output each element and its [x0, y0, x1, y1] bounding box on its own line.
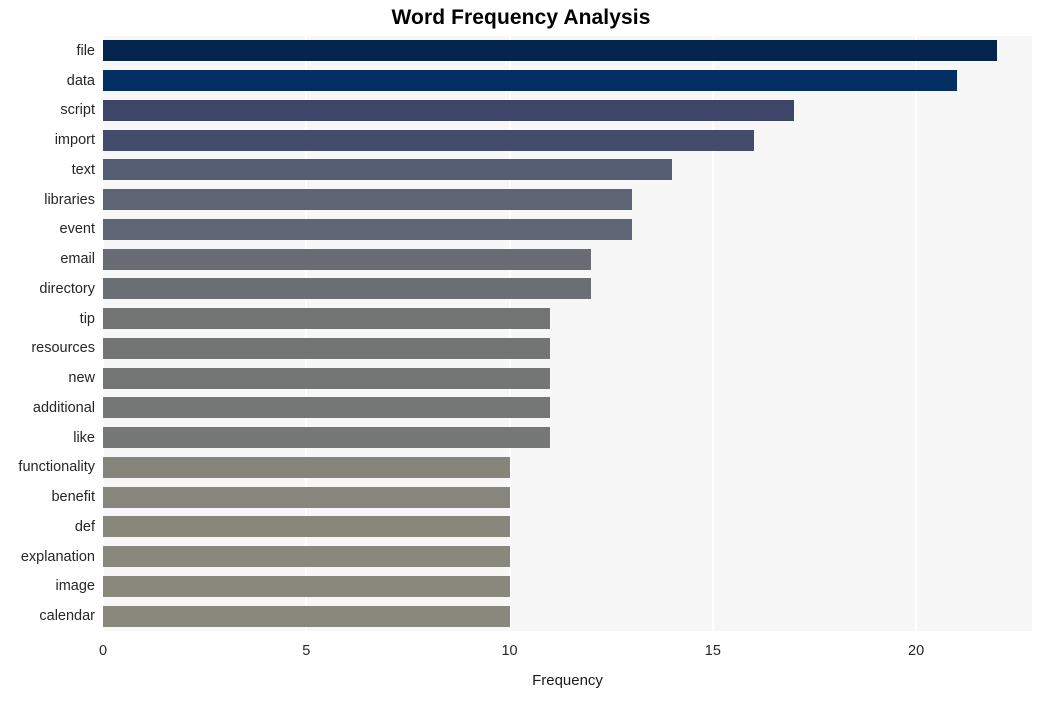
- bar-data: [103, 70, 957, 92]
- y-tick-label-new: new: [68, 370, 95, 387]
- bar-import: [103, 129, 754, 151]
- plot-area: [102, 36, 1032, 631]
- y-tick-label-additional: additional: [32, 399, 95, 416]
- y-tick-label-calendar: calendar: [39, 608, 95, 625]
- x-tick-label-0: 0: [98, 643, 108, 659]
- bar-text: [103, 159, 673, 181]
- bar-tip: [103, 308, 551, 330]
- x-axis-label: Frequency: [532, 672, 603, 689]
- word-frequency-bar-chart: Word Frequency Analysis file data script im…: [0, 0, 1042, 701]
- y-tick-label-import: import: [54, 132, 95, 149]
- bar-resources: [103, 337, 551, 359]
- y-tick-label-tip: tip: [79, 310, 95, 327]
- bar-event: [103, 218, 632, 240]
- y-tick-label-benefit: benefit: [51, 489, 95, 506]
- bar-functionality: [103, 456, 510, 478]
- x-tick-label-15: 15: [704, 643, 721, 659]
- bar-calendar: [103, 605, 510, 627]
- y-tick-label-event: event: [59, 221, 95, 238]
- bar-def: [103, 516, 510, 538]
- y-tick-label-libraries: libraries: [44, 191, 95, 208]
- bar-additional: [103, 397, 551, 419]
- bar-like: [103, 427, 551, 449]
- y-tick-label-functionality: functionality: [18, 459, 95, 476]
- bar-libraries: [103, 189, 632, 211]
- y-axis-tick-labels: file data script import text libraries event em…: [0, 36, 95, 631]
- x-tick-label-5: 5: [302, 643, 311, 659]
- bars-layer: [103, 36, 1032, 631]
- bar-email: [103, 248, 591, 270]
- bar-directory: [103, 278, 591, 300]
- bar-script: [103, 99, 795, 121]
- bar-file: [103, 40, 998, 62]
- y-tick-label-text: text: [71, 161, 95, 178]
- x-tick-label-10: 10: [501, 643, 518, 659]
- y-tick-label-explanation: explanation: [20, 548, 95, 565]
- y-tick-label-like: like: [73, 429, 95, 446]
- chart-title: Word Frequency Analysis: [391, 6, 651, 29]
- x-axis: 0 5 10 15 20 Frequency: [0, 631, 1042, 701]
- bar-image: [103, 575, 510, 597]
- y-tick-label-resources: resources: [31, 340, 95, 357]
- bar-new: [103, 367, 551, 389]
- y-tick-label-def: def: [74, 518, 95, 535]
- x-tick-label-20: 20: [908, 643, 925, 659]
- y-tick-label-directory: directory: [39, 280, 95, 297]
- bar-benefit: [103, 486, 510, 508]
- y-tick-label-image: image: [55, 578, 96, 595]
- bar-explanation: [103, 546, 510, 568]
- y-tick-label-script: script: [60, 102, 95, 119]
- y-tick-label-data: data: [66, 72, 95, 89]
- y-tick-label-email: email: [60, 251, 95, 268]
- y-tick-label-file: file: [76, 42, 95, 59]
